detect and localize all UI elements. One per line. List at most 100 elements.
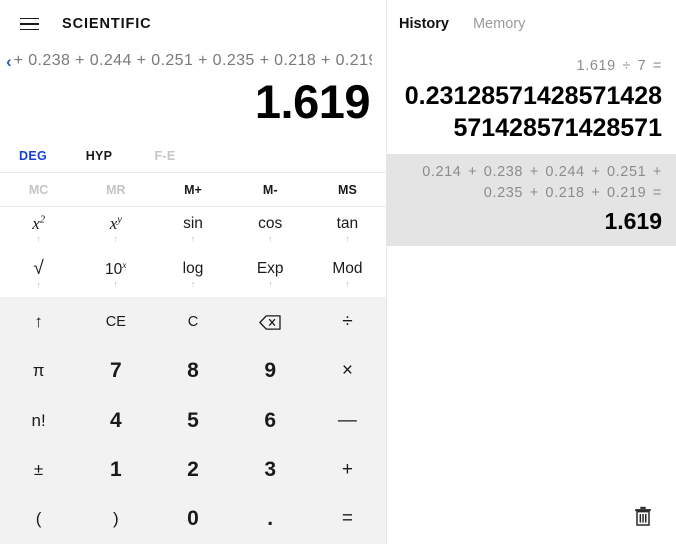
expression-row: ‹ + 0.238 + 0.244 + 0.251 + 0.235 + 0.21… <box>0 48 372 74</box>
key-0[interactable]: 0 <box>154 495 231 544</box>
scientific-row-1: x2 ↑ xy ↑ sin ↑ cos ↑ tan ↑ <box>0 207 386 252</box>
key-6[interactable]: 6 <box>232 396 309 445</box>
history-list: 1.619 ÷ 7 = 0.23128571428571428571428571… <box>387 48 676 488</box>
keypad-row-2: π 7 8 9 × <box>0 347 386 396</box>
key-5[interactable]: 5 <box>154 396 231 445</box>
history-expression: 0.214 + 0.238 + 0.244 + 0.251 + 0.235 + … <box>422 164 662 202</box>
sci-label-base: x <box>32 214 40 234</box>
key-1[interactable]: 1 <box>77 445 154 494</box>
sci-button-mod[interactable]: Mod ↑ <box>309 252 386 297</box>
mode-toggle-row: DEG HYP F-E <box>0 139 386 174</box>
key-4[interactable]: 4 <box>77 396 154 445</box>
key-add[interactable]: + <box>309 445 386 494</box>
history-item[interactable]: 1.619 ÷ 7 = 0.23128571428571428571428571… <box>387 48 676 154</box>
clear-history-button[interactable] <box>626 499 660 533</box>
up-arrow-icon: ↑ <box>190 233 196 244</box>
sci-label-base: sin <box>183 215 203 233</box>
history-footer <box>387 488 676 544</box>
sci-button-square-root[interactable]: √ ↑ <box>0 252 77 297</box>
key-clear-entry[interactable]: CE <box>77 297 154 346</box>
key-plus-minus[interactable]: ± <box>0 445 77 494</box>
key-open-paren[interactable]: ( <box>0 495 77 544</box>
up-arrow-icon: ↑ <box>36 234 41 245</box>
mode-button-hyp[interactable]: HYP <box>66 149 132 163</box>
scientific-function-rows: x2 ↑ xy ↑ sin ↑ cos ↑ tan ↑ √ ↑ 10x ↑ lo… <box>0 207 386 298</box>
scientific-row-2: √ ↑ 10x ↑ log ↑ Exp ↑ Mod ↑ <box>0 252 386 297</box>
up-arrow-icon: ↑ <box>267 233 273 244</box>
page-title: SCIENTIFIC <box>62 16 152 32</box>
sci-label-base: tan <box>336 215 359 233</box>
chevron-left-icon[interactable]: ‹ <box>6 53 12 70</box>
keypad-row-5: ( ) 0 . = <box>0 495 386 544</box>
up-arrow-icon: ↑ <box>36 280 41 291</box>
tab-history[interactable]: History <box>399 16 449 32</box>
key-multiply[interactable]: × <box>309 347 386 396</box>
calculator-panel: SCIENTIFIC ‹ + 0.238 + 0.244 + 0.251 + 0… <box>0 0 387 544</box>
up-arrow-icon: ↑ <box>113 279 119 290</box>
calculator-app: SCIENTIFIC ‹ + 0.238 + 0.244 + 0.251 + 0… <box>0 0 676 544</box>
memory-subtract-button[interactable]: M- <box>232 173 309 206</box>
history-tab-bar: History Memory <box>387 0 676 48</box>
sci-button-cos[interactable]: cos ↑ <box>232 207 309 252</box>
backspace-icon <box>259 314 281 330</box>
sci-label-sup: x <box>122 259 127 271</box>
title-bar: SCIENTIFIC <box>0 0 386 48</box>
keypad-row-3: n! 4 5 6 — <box>0 396 386 445</box>
sci-label-base: √ <box>33 258 44 280</box>
memory-store-button[interactable]: MS <box>309 173 386 206</box>
key-subtract[interactable]: — <box>309 396 386 445</box>
sci-button-tan[interactable]: tan ↑ <box>309 207 386 252</box>
sci-label-sup: 2 <box>39 214 45 226</box>
key-divide[interactable]: ÷ <box>309 297 386 346</box>
sci-label-base: log <box>182 260 204 278</box>
hamburger-menu-icon[interactable] <box>12 9 46 39</box>
memory-row: MC MR M+ M- MS <box>0 173 386 208</box>
tab-memory[interactable]: Memory <box>473 16 525 32</box>
sci-button-square[interactable]: x2 ↑ <box>0 207 77 252</box>
mode-button-fe: F-E <box>154 148 176 163</box>
sci-label-sup: y <box>117 214 122 226</box>
key-pi[interactable]: π <box>0 347 77 396</box>
key-9[interactable]: 9 <box>232 347 309 396</box>
up-arrow-icon: ↑ <box>190 278 196 289</box>
up-arrow-icon: ↑ <box>345 278 350 289</box>
sci-button-exp[interactable]: Exp ↑ <box>232 252 309 297</box>
memory-clear-button: MC <box>28 182 49 197</box>
keypad-row-1: ↑ CE C ÷ <box>0 297 386 346</box>
memory-recall-button: MR <box>106 182 126 197</box>
sci-button-sin[interactable]: sin ↑ <box>154 207 231 252</box>
key-equals[interactable]: = <box>309 495 386 544</box>
history-item[interactable]: 0.214 + 0.238 + 0.244 + 0.251 + 0.235 + … <box>387 154 676 247</box>
up-arrow-icon: ↑ <box>345 233 350 244</box>
key-clear[interactable]: C <box>154 297 231 346</box>
sci-label-base: cos <box>258 215 283 233</box>
key-decimal-point[interactable]: . <box>232 495 309 544</box>
up-arrow-icon: ↑ <box>267 278 273 289</box>
history-result: 0.23128571428571428571428571428571 <box>404 82 662 143</box>
sci-button-log[interactable]: log ↑ <box>154 252 231 297</box>
history-expression: 1.619 ÷ 7 = <box>576 58 662 74</box>
key-shift[interactable]: ↑ <box>0 297 77 346</box>
key-backspace[interactable] <box>232 297 309 346</box>
sci-label-base: Exp <box>256 260 284 278</box>
sci-label-base: 10 <box>105 260 123 278</box>
key-3[interactable]: 3 <box>232 445 309 494</box>
mode-button-deg[interactable]: DEG <box>0 149 66 163</box>
key-8[interactable]: 8 <box>154 347 231 396</box>
expression-text: + 0.238 + 0.244 + 0.251 + 0.235 + 0.218 … <box>13 52 372 69</box>
key-7[interactable]: 7 <box>77 347 154 396</box>
main-result-display: 1.619 <box>254 75 371 128</box>
key-close-paren[interactable]: ) <box>77 495 154 544</box>
keypad-row-4: ± 1 2 3 + <box>0 445 386 494</box>
trash-icon <box>635 506 651 526</box>
key-2[interactable]: 2 <box>154 445 231 494</box>
history-panel: History Memory 1.619 ÷ 7 = 0.23128571428… <box>387 0 676 544</box>
sci-label-base: Mod <box>332 260 363 278</box>
memory-add-button[interactable]: M+ <box>154 173 231 206</box>
sci-button-ten-to-the-x[interactable]: 10x ↑ <box>77 252 154 297</box>
numeric-keypad: ↑ CE C ÷ π 7 8 9 × n! 4 5 6 — ± 1 2 3 + … <box>0 297 386 544</box>
display-area: ‹ + 0.238 + 0.244 + 0.251 + 0.235 + 0.21… <box>0 48 386 139</box>
sci-button-x-to-the-y[interactable]: xy ↑ <box>77 207 154 252</box>
key-factorial[interactable]: n! <box>0 396 77 445</box>
up-arrow-icon: ↑ <box>113 234 119 245</box>
